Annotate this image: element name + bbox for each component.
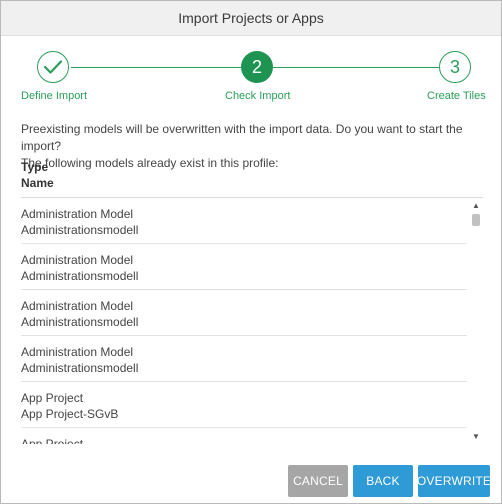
- list-scrollbar[interactable]: ▲ ▼: [469, 198, 483, 444]
- step-connector-1: [71, 67, 241, 68]
- item-name: Administrationsmodell: [21, 361, 139, 375]
- item-name: Administrationsmodell: [21, 223, 139, 237]
- item-type: App Project: [21, 391, 84, 405]
- item-type: Administration Model: [21, 345, 134, 359]
- item-type: Administration Model: [21, 253, 134, 267]
- overwrite-message: Preexisting models will be overwritten w…: [21, 121, 491, 172]
- list-item: Administration Model Administrationsmode…: [21, 244, 467, 290]
- step-1-circle: [37, 51, 69, 83]
- cancel-button[interactable]: CANCEL: [288, 465, 348, 497]
- message-line-2: The following models already exist in th…: [21, 156, 279, 170]
- back-button[interactable]: BACK: [353, 465, 413, 497]
- scroll-down-arrow-icon[interactable]: ▼: [469, 430, 483, 442]
- existing-models-list[interactable]: Administration Model Administrationsmode…: [21, 197, 483, 444]
- list-item: App Project: [21, 428, 467, 444]
- scroll-up-arrow-icon[interactable]: ▲: [469, 199, 483, 211]
- dialog-title: Import Projects or Apps: [1, 1, 501, 36]
- item-type: App Project: [21, 437, 84, 444]
- list-item: App Project App Project-SGvB: [21, 382, 467, 428]
- dialog-footer: CANCEL BACK OVERWRITE: [1, 451, 501, 503]
- item-name: App Project-SGvB: [21, 407, 119, 421]
- step-3-circle: 3: [439, 51, 471, 83]
- list-item: Administration Model Administrationsmode…: [21, 336, 467, 382]
- scroll-thumb[interactable]: [472, 214, 480, 226]
- step-2-circle: 2: [241, 51, 273, 83]
- overwrite-button[interactable]: OVERWRITE: [417, 465, 491, 497]
- step-1-label: Define Import: [21, 90, 88, 102]
- import-stepper: 2 3 Define Import Check Import Create Ti…: [1, 37, 501, 107]
- message-line-1: Preexisting models will be overwritten w…: [21, 122, 463, 153]
- column-header-name: Name: [21, 176, 54, 190]
- item-type: Administration Model: [21, 299, 134, 313]
- models-list-content: Administration Model Administrationsmode…: [21, 198, 467, 444]
- step-connector-2: [273, 67, 439, 68]
- import-dialog: Import Projects or Apps 2 3 Define Impor…: [0, 0, 502, 504]
- item-name: Administrationsmodell: [21, 315, 139, 329]
- step-3-label: Create Tiles: [427, 90, 486, 102]
- step-2-label: Check Import: [225, 90, 291, 102]
- column-headers: Type Name: [21, 159, 54, 191]
- item-type: Administration Model: [21, 207, 134, 221]
- check-icon: [43, 60, 63, 74]
- list-item: Administration Model Administrationsmode…: [21, 198, 467, 244]
- column-header-type: Type: [21, 160, 49, 174]
- item-name: Administrationsmodell: [21, 269, 139, 283]
- list-item: Administration Model Administrationsmode…: [21, 290, 467, 336]
